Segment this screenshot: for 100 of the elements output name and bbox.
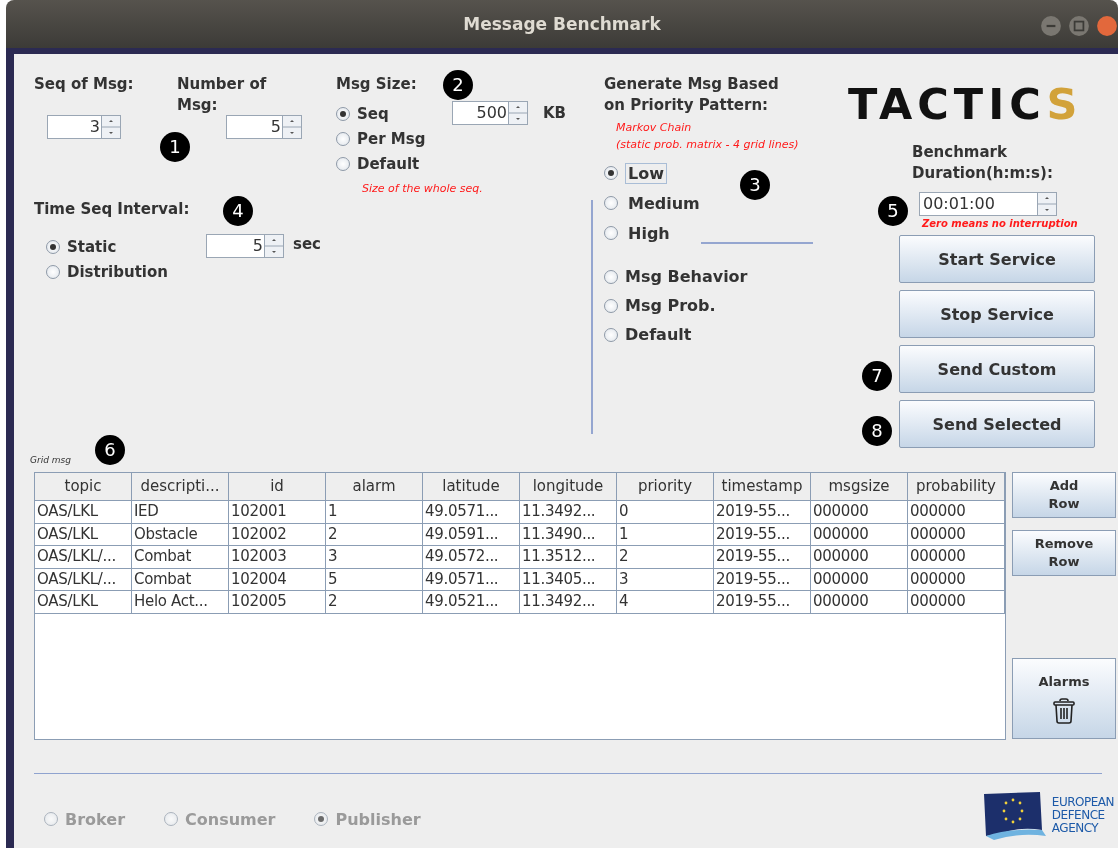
action-button[interactable]: Stop Service (899, 290, 1095, 338)
table-cell: 000000 (811, 523, 908, 546)
table-cell: 102002 (229, 523, 326, 546)
grid-label: Grid msg (30, 454, 71, 466)
radio-option[interactable]: Default (604, 320, 847, 349)
radio-option[interactable]: Medium (604, 188, 703, 218)
minimize-icon[interactable] (1040, 15, 1062, 37)
section-label: Msg Size: (336, 74, 417, 95)
spinner-arrows-icon[interactable] (282, 115, 302, 139)
spinner-arrows-icon[interactable] (1037, 192, 1057, 216)
table-button[interactable]: Alarms (1012, 658, 1116, 739)
table-cell: 102004 (229, 568, 326, 591)
table-cell: 11.3405... (520, 568, 617, 591)
table-cell: IED (132, 501, 229, 524)
column-header[interactable]: descripti... (132, 473, 229, 501)
table-cell: 0 (617, 501, 714, 524)
column-header[interactable]: longitude (520, 473, 617, 501)
field-label: Seq of Msg: (34, 74, 134, 95)
hint-text: (static prob. matrix - 4 grid lines) (616, 137, 800, 153)
column-header[interactable]: timestamp (714, 473, 811, 501)
spinner-arrows-icon[interactable] (101, 115, 121, 139)
logo-text: AGENCY (1051, 821, 1100, 835)
table-cell: Obstacle (132, 523, 229, 546)
radio-option[interactable]: Per Msg (336, 126, 452, 151)
action-button[interactable]: Send Selected (899, 400, 1095, 448)
table-cell: 000000 (811, 546, 908, 569)
table-cell: 11.3492... (520, 591, 617, 614)
radio-option[interactable]: Distribution (46, 259, 206, 284)
section-label: Time Seq Interval: (34, 199, 190, 220)
table-button[interactable]: Add Row (1012, 472, 1116, 518)
table-cell: 2019-55... (714, 568, 811, 591)
table-cell: OAS/LKL/... (35, 568, 132, 591)
table-cell: 49.0571... (423, 568, 520, 591)
table-cell: 2019-55... (714, 591, 811, 614)
action-button[interactable]: Send Custom (899, 345, 1095, 393)
table-cell: 4 (617, 591, 714, 614)
number-spinner[interactable]: 5 (226, 115, 302, 139)
table-cell: 000000 (811, 591, 908, 614)
table-cell: 49.0572... (423, 546, 520, 569)
table-cell: 102005 (229, 591, 326, 614)
number-spinner[interactable]: 500 (452, 101, 528, 125)
trash-icon (1051, 696, 1077, 725)
column-header[interactable]: id (229, 473, 326, 501)
table-cell: 000000 (811, 568, 908, 591)
number-spinner[interactable]: 3 (47, 115, 121, 139)
table-cell: 000000 (811, 501, 908, 524)
table-cell: 000000 (908, 568, 1005, 591)
table-cell: 1 (617, 523, 714, 546)
radio-option[interactable]: High (604, 218, 673, 248)
table-cell: 102001 (229, 501, 326, 524)
table-cell: 1 (326, 501, 423, 524)
column-header[interactable]: latitude (423, 473, 520, 501)
table-cell: 000000 (908, 523, 1005, 546)
unit-label: sec (293, 234, 321, 255)
table-cell: 11.3490... (520, 523, 617, 546)
table-cell: 3 (617, 568, 714, 591)
close-icon[interactable] (1096, 15, 1118, 37)
spinner-arrows-icon[interactable] (508, 101, 528, 125)
table-cell: 2019-55... (714, 523, 811, 546)
column-header[interactable]: alarm (326, 473, 423, 501)
table-cell: 2 (326, 523, 423, 546)
window-title: Message Benchmark (463, 14, 661, 34)
table-cell: OAS/LKL/... (35, 546, 132, 569)
radio-option[interactable]: Msg Behavior (604, 262, 847, 291)
column-header[interactable]: probability (908, 473, 1005, 501)
radio-option[interactable]: Low (604, 158, 667, 188)
table-cell: 102003 (229, 546, 326, 569)
table-cell: 3 (326, 546, 423, 569)
radio-option[interactable]: Seq (336, 101, 452, 126)
logo-text: DEFENCE (1051, 808, 1106, 822)
field-label: Benchmark Duration(h:m:s): (912, 142, 1054, 184)
field-label: Number of Msg: (177, 74, 268, 116)
column-header[interactable]: topic (35, 473, 132, 501)
hint-text: Markov Chain (616, 120, 693, 136)
number-spinner[interactable]: 5 (206, 234, 284, 258)
table-cell: 49.0571... (423, 501, 520, 524)
table-cell: 5 (326, 568, 423, 591)
section-label: Generate Msg Based on Priority Pattern: (604, 74, 780, 116)
radio-option[interactable]: Msg Prob. (604, 291, 847, 320)
table-button[interactable]: Remove Row (1012, 530, 1116, 576)
maximize-icon[interactable] (1068, 15, 1090, 37)
table-cell: 000000 (908, 591, 1005, 614)
table-cell: 2019-55... (714, 546, 811, 569)
table-cell: 2019-55... (714, 501, 811, 524)
spinner-arrows-icon[interactable] (264, 234, 284, 258)
table-cell: 49.0521... (423, 591, 520, 614)
column-header[interactable]: priority (617, 473, 714, 501)
hint-text: Size of the whole seq. (362, 181, 484, 197)
time-spinner[interactable]: 00:01:00 (919, 192, 1057, 216)
table-cell: 2 (326, 591, 423, 614)
radio-option[interactable]: Static (46, 234, 206, 259)
action-button[interactable]: Start Service (899, 235, 1095, 283)
logo: TACTIC S (848, 82, 1083, 126)
radio-option[interactable]: Default (336, 151, 452, 176)
table-cell: Combat (132, 568, 229, 591)
column-header[interactable]: msgsize (811, 473, 908, 501)
logo-text: EUROPEAN (1051, 795, 1114, 809)
table-cell: 000000 (908, 546, 1005, 569)
hint-text: Zero means no interruption (922, 217, 1078, 231)
table-cell: 49.0591... (423, 523, 520, 546)
